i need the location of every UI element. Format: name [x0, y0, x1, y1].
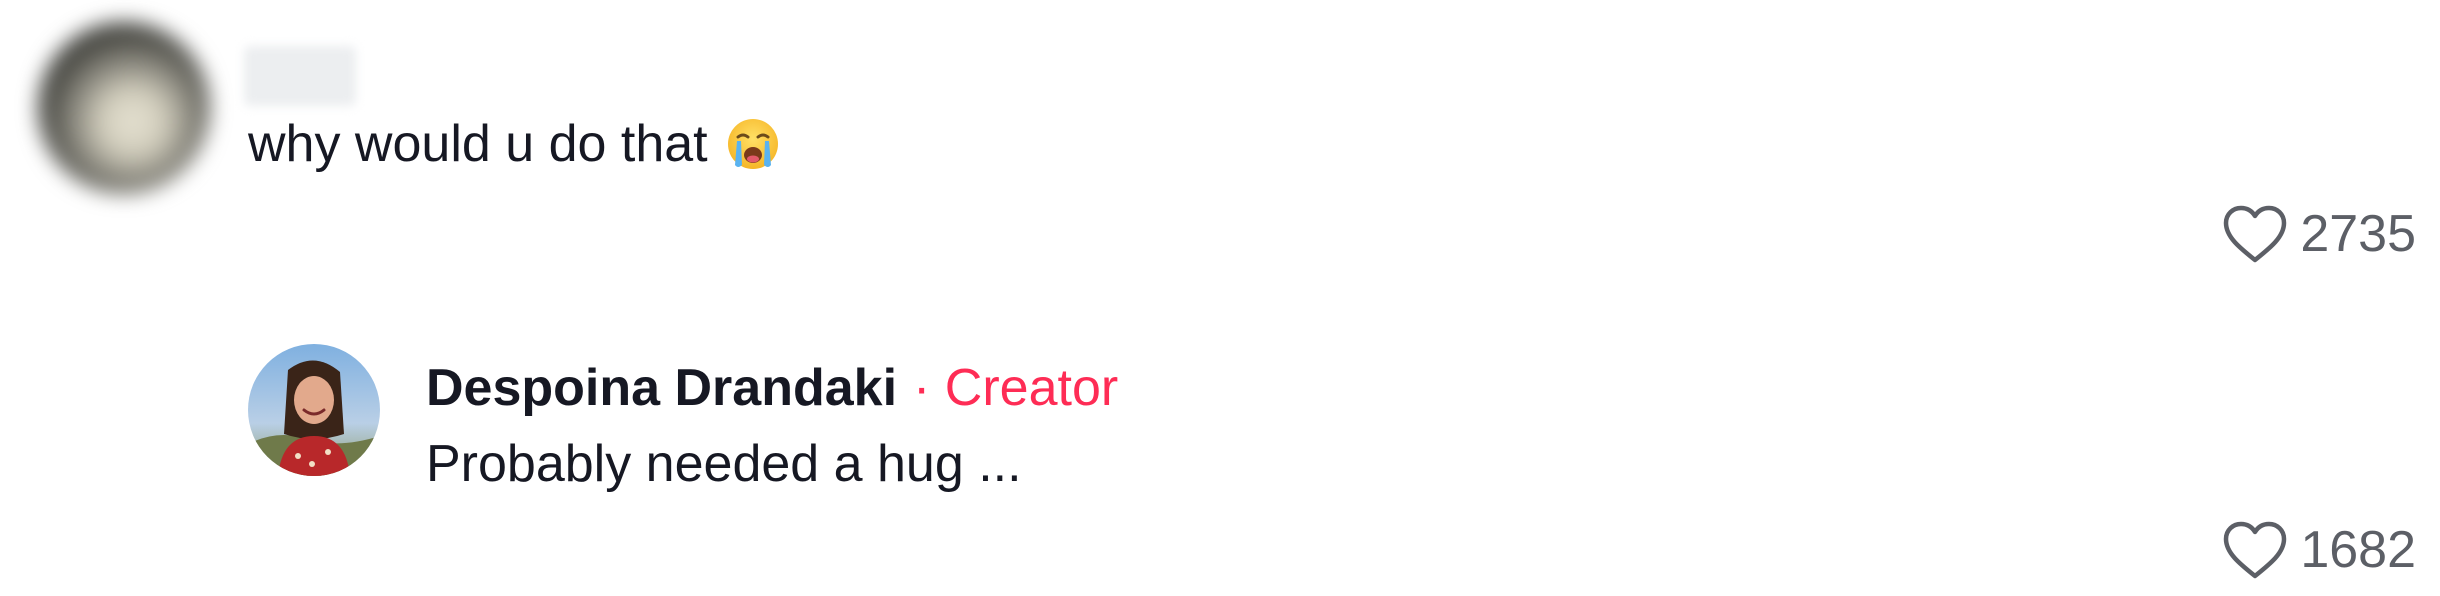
loudly-crying-face-icon	[726, 117, 780, 171]
reply-header: Despoina Drandaki · Creator	[426, 356, 1118, 420]
reply-like-group[interactable]: 1682	[2222, 520, 2416, 580]
commenter-username[interactable]	[244, 46, 356, 106]
reply-author-name[interactable]: Despoina Drandaki	[426, 359, 897, 417]
creator-badge: · Creator	[913, 359, 1119, 417]
comment-text: why would u do that	[248, 115, 708, 173]
reply-author-avatar[interactable]	[248, 344, 380, 476]
comment-like-count: 2735	[2300, 205, 2416, 263]
comment-like-group[interactable]: 2735	[2222, 204, 2416, 264]
heart-icon[interactable]	[2222, 520, 2288, 580]
commenter-avatar[interactable]	[38, 22, 210, 194]
comment-body: why would u do that	[248, 112, 780, 176]
heart-icon[interactable]	[2222, 204, 2288, 264]
reply-text: Probably needed a hug ...	[426, 435, 1022, 493]
reply-like-count: 1682	[2300, 521, 2416, 579]
